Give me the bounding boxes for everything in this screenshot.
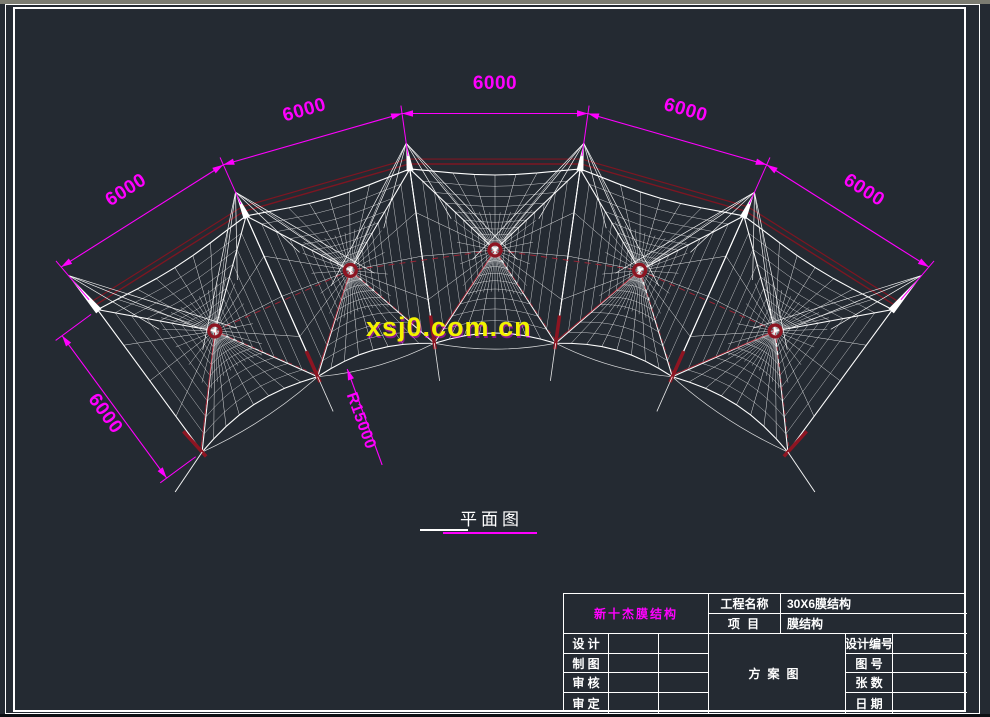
sign-field [609, 634, 659, 654]
membrane-mesh [98, 169, 893, 452]
sign-field [659, 693, 709, 713]
svg-text:6000: 6000 [102, 169, 151, 210]
svg-text:6000: 6000 [840, 169, 889, 210]
caption-underline-white [420, 529, 468, 531]
design-no-value [893, 634, 967, 654]
sign-field [659, 634, 709, 654]
design-no-label: 设计编号 [846, 634, 893, 654]
scheme-label: 方案图 [709, 634, 846, 713]
cad-plan-screenshot: { "window": { "top_strip_color": "#7c7c7… [0, 0, 990, 717]
sign-field [659, 654, 709, 673]
project-name-label: 工程名称 [709, 594, 781, 614]
watermark: xsj0.com.cn [366, 312, 532, 343]
sign-field [609, 673, 659, 693]
title-block: 新十杰膜结构 工程名称 30X6膜结构 项 目 膜结构 设 计 制 图 审 核 … [563, 593, 966, 712]
drawing-no-value [893, 654, 967, 673]
caption-underline-magenta [443, 532, 537, 534]
item-label: 项 目 [709, 614, 781, 634]
sign-field [609, 654, 659, 673]
company-name: 新十杰膜结构 [564, 594, 709, 634]
item-value: 膜结构 [781, 614, 967, 634]
svg-text:6000: 6000 [84, 390, 127, 438]
plan-caption: 平面图 [460, 505, 523, 530]
sign-label-design: 设 计 [564, 634, 609, 654]
sheet-count-label: 张 数 [846, 673, 893, 693]
sign-label-approve: 审 定 [564, 693, 609, 713]
svg-text:6000: 6000 [280, 94, 328, 126]
sign-field [609, 693, 659, 713]
sign-label-check: 审 核 [564, 673, 609, 693]
sign-field [659, 673, 709, 693]
date-label: 日 期 [846, 693, 893, 713]
svg-text:6000: 6000 [661, 94, 709, 126]
sheet-count-value [893, 673, 967, 693]
project-name-value: 30X6膜结构 [781, 594, 967, 614]
drawing-no-label: 图 号 [846, 654, 893, 673]
svg-text:R15000: R15000 [343, 390, 379, 451]
date-value [893, 693, 967, 713]
sign-label-draft: 制 图 [564, 654, 609, 673]
svg-text:6000: 6000 [473, 73, 517, 94]
